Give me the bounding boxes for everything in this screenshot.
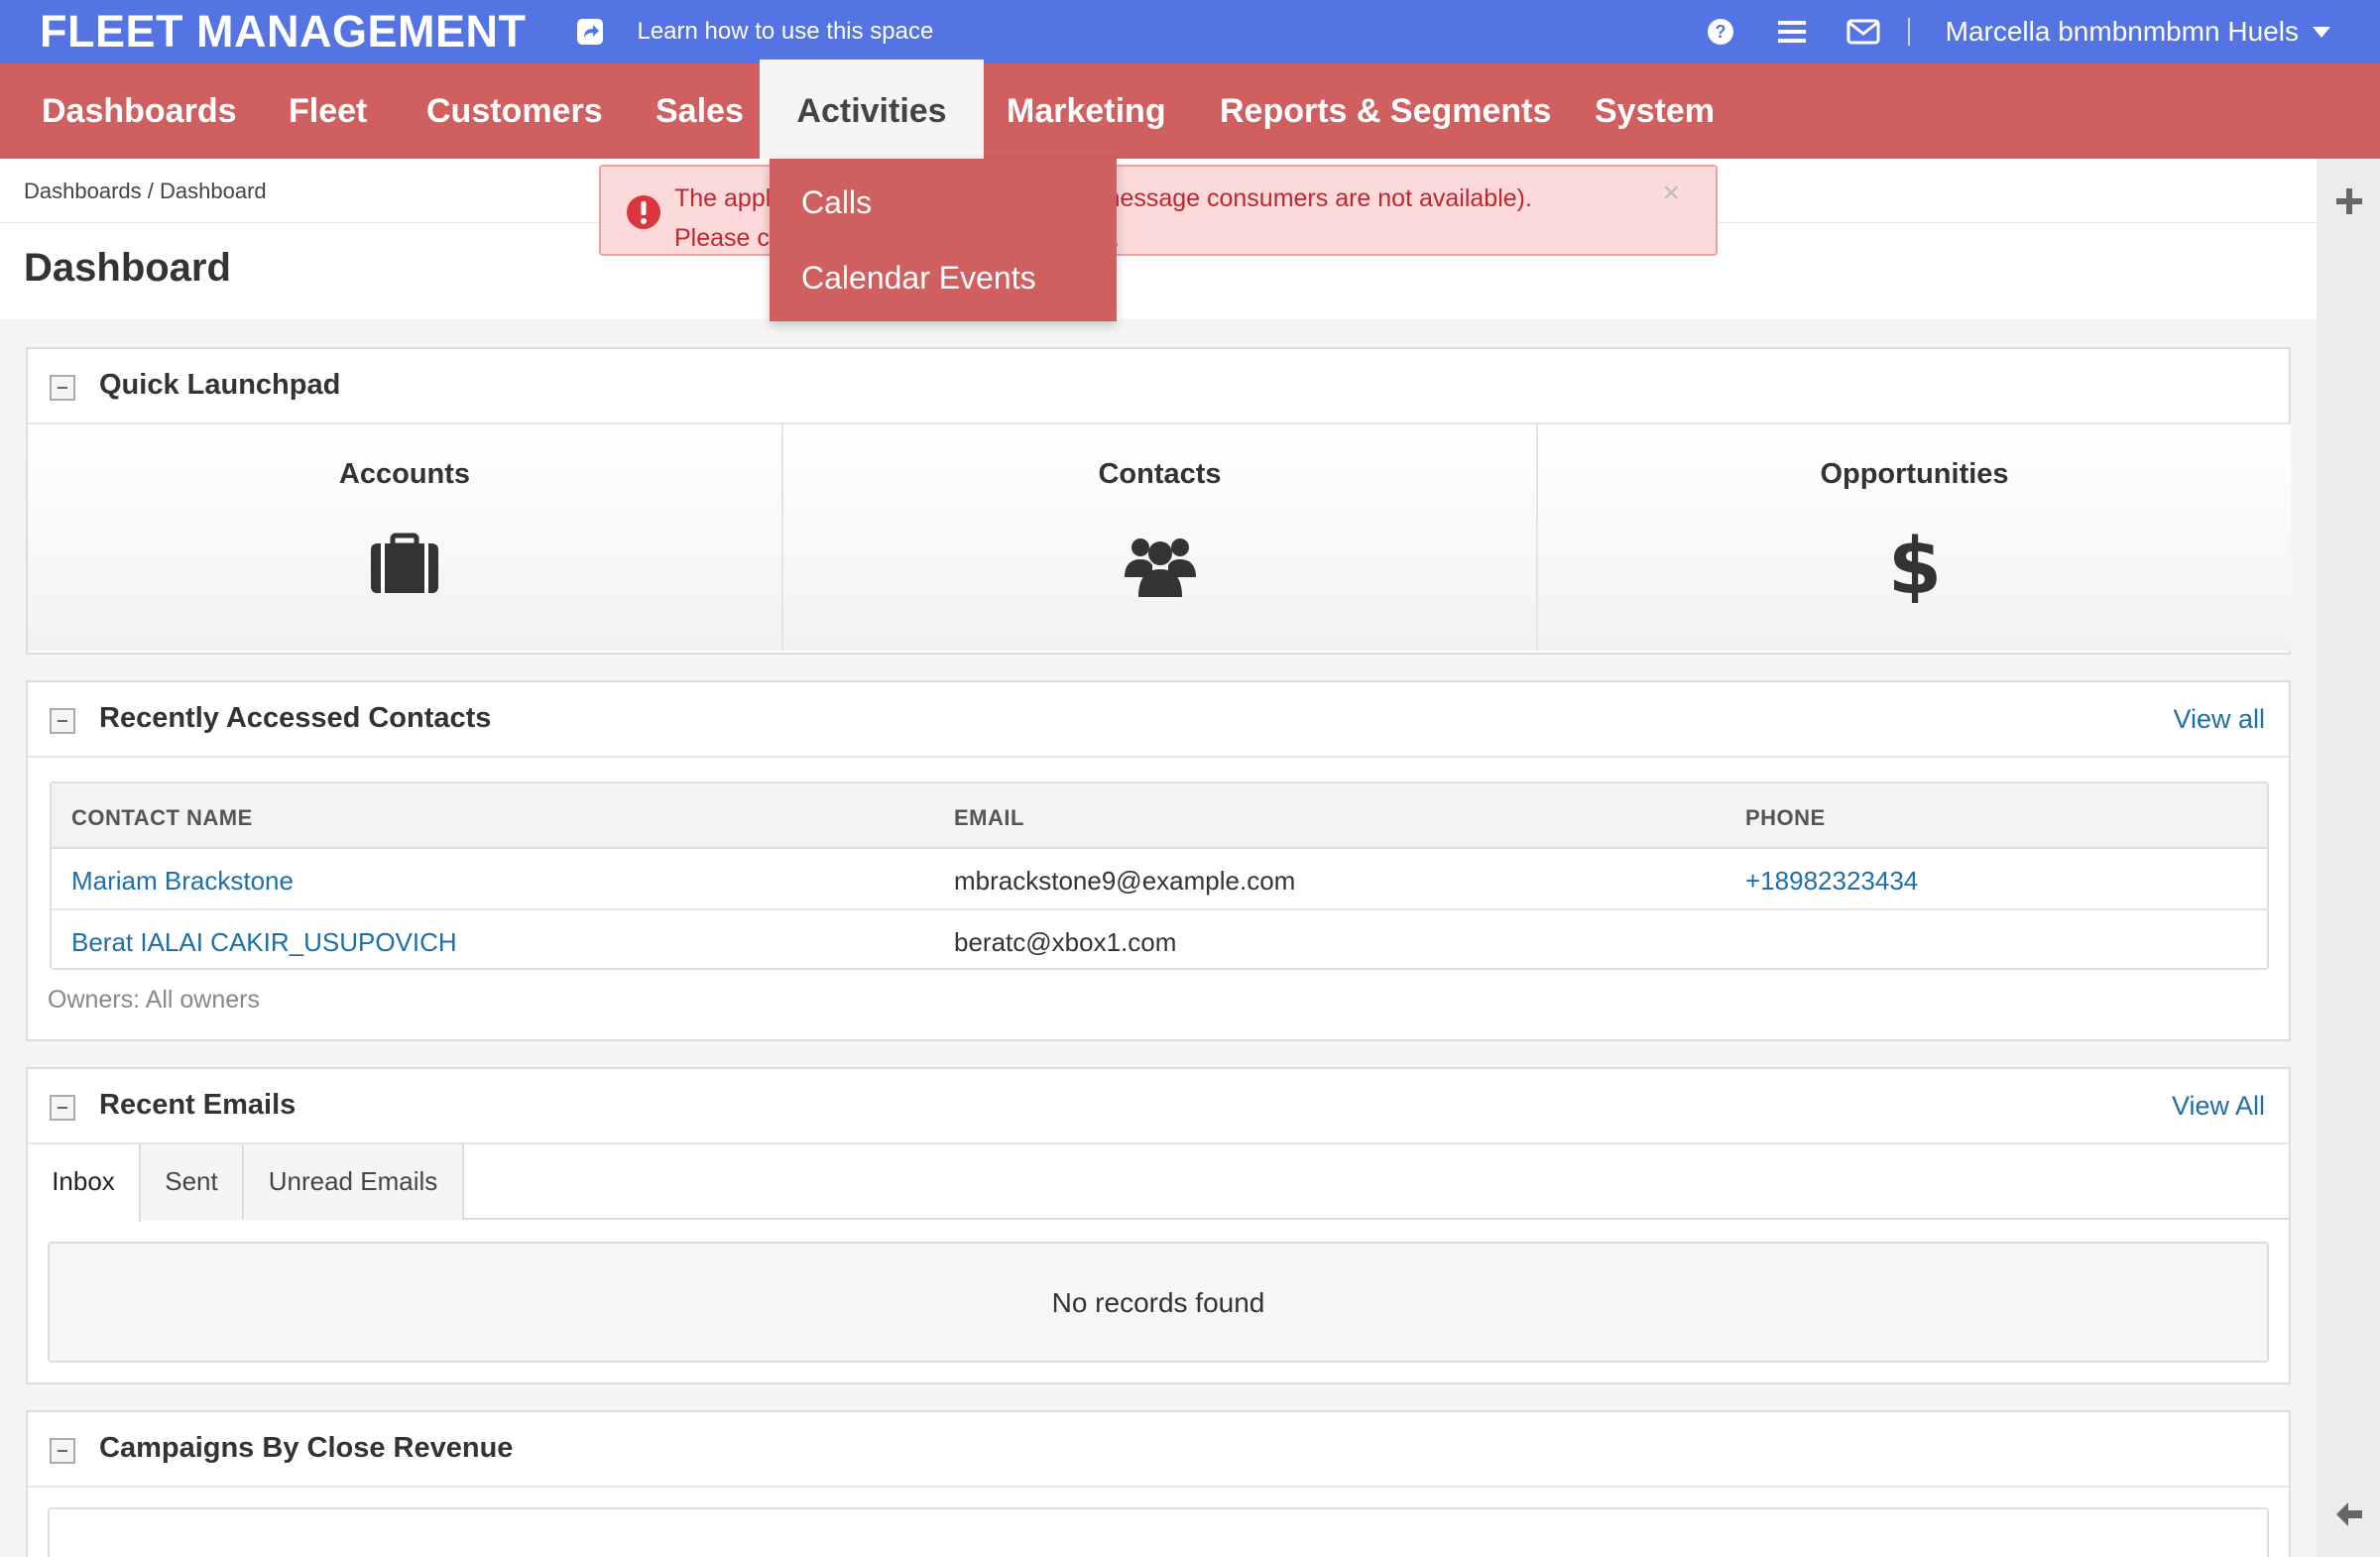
nav-marketing[interactable]: Marketing [1007,63,1166,159]
contact-email: mbrackstone9@example.com [954,866,1296,896]
page-title: Dashboard [24,246,231,290]
tab-inbox[interactable]: Inbox [28,1144,141,1222]
user-name: Marcella bnmbnmbmn Huels [1945,16,2299,47]
briefcase-icon [365,524,444,603]
header-divider [1907,18,1910,46]
nav-customers[interactable]: Customers [426,63,603,159]
contact-name-link[interactable]: Mariam Brackstone [71,866,294,897]
panel-title: Quick Launchpad [99,369,341,401]
quick-launchpad-panel: Quick Launchpad Accounts Contacts Opport… [26,347,2291,655]
nav-system[interactable]: System [1595,63,1715,159]
column-header[interactable]: EMAIL [954,805,1024,831]
tab-sent[interactable]: Sent [141,1144,244,1220]
column-header[interactable]: CONTACT NAME [71,805,253,831]
launch-contacts[interactable]: Contacts [783,424,1538,651]
empty-message: No records found [1051,1287,1265,1318]
breadcrumb-current: Dashboard [160,179,267,203]
launch-label: Accounts [338,458,471,490]
svg-text:$: $ [1887,524,1941,603]
panel-title: Recently Accessed Contacts [99,702,492,734]
tab-unread-emails[interactable]: Unread Emails [244,1144,464,1220]
empty-state: No records found [48,1242,2269,1363]
breadcrumb-root[interactable]: Dashboards [24,179,142,203]
panel-header: Recent Emails View All [28,1069,2289,1144]
table-header: CONTACT NAME EMAIL PHONE [52,783,2267,849]
panel-header: Recently Accessed Contacts View all [28,682,2289,758]
brand-logo[interactable]: FLEET MANAGEMENT [40,6,526,58]
nav-reports-segments[interactable]: Reports & Segments [1220,63,1551,159]
contact-phone-link[interactable]: +18982323434 [1745,866,1918,897]
collapse-button[interactable] [50,375,75,401]
close-icon[interactable]: × [1662,177,1680,210]
share-icon[interactable] [575,17,605,47]
campaigns-panel: Campaigns By Close Revenue [26,1410,2291,1557]
menu-icon[interactable] [1775,15,1809,49]
collapse-button[interactable] [50,708,75,734]
campaigns-content [48,1507,2269,1557]
nav-dashboards[interactable]: Dashboards [42,63,237,159]
collapse-button[interactable] [50,1095,75,1121]
launch-opportunities[interactable]: Opportunities $ [1538,424,2291,651]
launch-accounts[interactable]: Accounts [28,424,783,651]
chevron-down-icon [2313,26,2330,38]
panel-title: Campaigns By Close Revenue [99,1432,514,1464]
breadcrumb: Dashboards / Dashboard [24,179,267,204]
breadcrumb-separator: / [147,179,154,203]
arrow-left-icon[interactable] [2334,1499,2364,1529]
column-header[interactable]: PHONE [1745,805,1826,831]
users-icon [1121,524,1200,603]
nav-activities[interactable]: Activities [760,60,984,159]
svg-text:?: ? [1715,22,1726,42]
contacts-table: CONTACT NAME EMAIL PHONE Mariam Bracksto… [50,781,2269,970]
collapse-button[interactable] [50,1438,75,1464]
launch-label: Opportunities [1820,458,2009,490]
email-tabs: Inbox Sent Unread Emails [28,1144,2289,1222]
contact-name-link[interactable]: Berat IALAI CAKIR_USUPOVICH [71,927,457,958]
user-menu[interactable]: Marcella bnmbnmbmn Huels [1946,16,2330,48]
nav-fleet[interactable]: Fleet [289,63,367,159]
panel-title: Recent Emails [99,1089,297,1121]
table-row[interactable]: Mariam Brackstone mbrackstone9@example.c… [52,849,2267,910]
menu-item-calls[interactable]: Calls [801,184,872,221]
launch-label: Contacts [1098,458,1222,490]
dollar-icon: $ [1875,523,1955,612]
panel-header: Quick Launchpad [28,349,2289,424]
view-all-link[interactable]: View all [2173,704,2265,735]
recent-emails-panel: Recent Emails View All Inbox Sent Unread… [26,1067,2291,1384]
panel-header: Campaigns By Close Revenue [28,1412,2289,1488]
help-icon[interactable]: ? [1704,15,1737,49]
exclamation-icon [625,193,662,231]
nav-sales[interactable]: Sales [655,63,744,159]
main-nav: Dashboards Fleet Customers Sales Activit… [0,60,2380,159]
contact-email: beratc@xbox1.com [954,927,1177,957]
table-row[interactable]: Berat IALAI CAKIR_USUPOVICH beratc@xbox1… [52,910,2267,972]
recent-contacts-panel: Recently Accessed Contacts View all CONT… [26,680,2291,1041]
view-all-link[interactable]: View All [2172,1091,2265,1122]
learn-link[interactable]: Learn how to use this space [637,18,933,46]
activities-dropdown: Calls Calendar Events [770,159,1117,321]
owners-filter-text: Owners: All owners [48,986,260,1014]
error-alert: The application doesn't work properly (m… [599,165,1718,256]
right-sidebar [2317,159,2380,1557]
top-header: FLEET MANAGEMENT Learn how to use this s… [0,0,2380,63]
plus-icon[interactable] [2334,186,2364,216]
menu-item-calendar-events[interactable]: Calendar Events [801,260,1036,297]
mail-icon[interactable] [1846,15,1880,49]
